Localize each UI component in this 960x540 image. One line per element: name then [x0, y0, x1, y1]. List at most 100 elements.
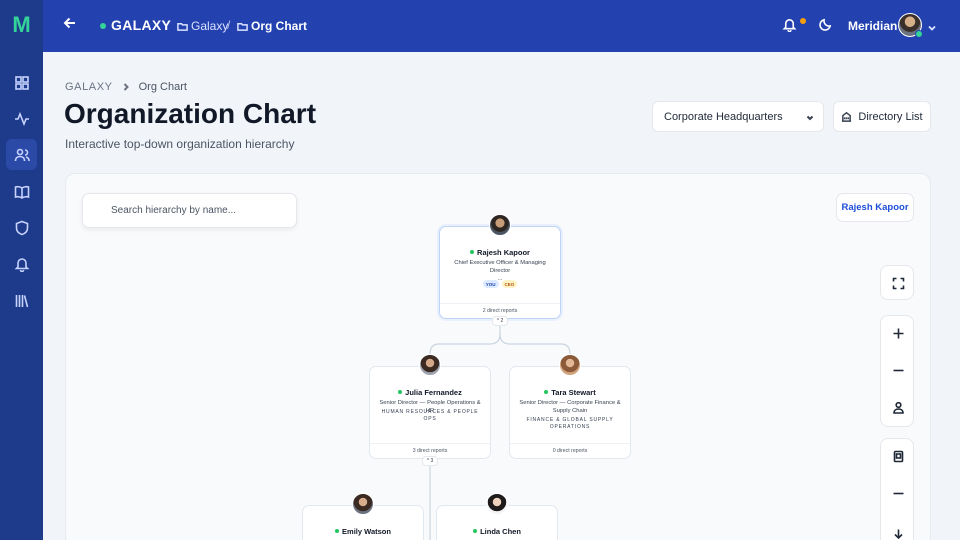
node-name-text: Emily Watson — [342, 527, 391, 536]
notifications-button[interactable] — [782, 17, 800, 35]
header-crumb-label: Galaxy — [191, 19, 229, 33]
you-badge: YOU — [482, 280, 499, 288]
fullscreen-group — [880, 265, 914, 300]
node-role-text: Chief Executive Officer & Managing Direc… — [454, 260, 546, 274]
rail-library[interactable] — [6, 285, 37, 316]
user-menu-toggle[interactable] — [927, 20, 937, 38]
header-crumb-separator: / — [227, 18, 231, 32]
rail-dashboard[interactable] — [6, 67, 37, 98]
arrow-left-icon — [63, 17, 75, 29]
brand-name[interactable]: GALAXY — [111, 17, 171, 33]
export-group — [880, 438, 914, 540]
org-node-julia-fernandez[interactable]: Julia Fernandez Senior Director — People… — [369, 354, 491, 459]
node-name: Linda Chen — [437, 527, 557, 536]
online-status-dot — [544, 390, 549, 394]
document-icon — [893, 450, 903, 462]
rail-activity[interactable] — [6, 103, 37, 134]
breadcrumb-root[interactable]: GALAXY — [65, 81, 113, 93]
location-select-value: Corporate Headquarters — [664, 111, 783, 123]
directory-list-label: Directory List — [858, 110, 923, 123]
node-role: Senior Director — Corporate Finance & Su… — [519, 400, 621, 414]
online-status-dot — [473, 529, 478, 533]
building-icon — [842, 111, 852, 122]
header-crumb-galaxy[interactable]: Galaxy — [177, 19, 228, 33]
header-crumb-org-chart[interactable]: Org Chart — [237, 19, 307, 33]
org-chart-canvas[interactable]: Rajesh Kapoor Rajesh Kapoor Chief Execut… — [65, 173, 931, 540]
brand-status-dot — [100, 23, 106, 29]
library-icon — [15, 294, 28, 307]
node-name: Julia Fernandez — [370, 388, 490, 397]
zoom-in-button[interactable] — [885, 320, 911, 346]
fullscreen-button[interactable] — [885, 270, 911, 296]
org-node-rajesh-kapoor[interactable]: Rajesh Kapoor Chief Executive Officer & … — [439, 214, 561, 319]
theme-toggle-button[interactable] — [818, 17, 836, 35]
directory-list-button[interactable]: Directory List — [833, 101, 931, 132]
node-badges: YOU CEO — [440, 280, 560, 288]
notification-dot — [800, 18, 806, 24]
shield-icon — [15, 220, 28, 235]
app-logo[interactable]: M — [0, 12, 43, 38]
rail-shield[interactable] — [6, 212, 37, 243]
avatar — [559, 354, 581, 376]
person-icon — [892, 401, 904, 414]
book-icon — [14, 185, 29, 199]
avatar — [486, 493, 508, 515]
rail-book[interactable] — [6, 176, 37, 207]
node-name: Tara Stewart — [510, 388, 630, 397]
zoom-out-button[interactable] — [885, 357, 911, 383]
activity-icon — [14, 111, 29, 126]
collapse-all-button[interactable] — [885, 480, 911, 506]
user-avatar[interactable] — [898, 13, 923, 38]
bell-icon — [14, 257, 29, 272]
expand-toggle[interactable]: ^ 2 — [492, 316, 508, 326]
download-button[interactable] — [885, 521, 911, 540]
node-department: HUMAN RESOURCES & PEOPLE OPS — [381, 409, 479, 422]
minus-icon — [893, 492, 903, 494]
left-rail: M — [0, 0, 43, 540]
direct-reports-count: 0 direct reports — [510, 443, 630, 458]
users-icon — [14, 148, 30, 161]
org-node-tara-stewart[interactable]: Tara Stewart Senior Director — Corporate… — [509, 354, 631, 459]
node-name: Rajesh Kapoor — [440, 248, 560, 257]
chevron-right-icon — [123, 83, 129, 91]
rail-users[interactable] — [6, 139, 37, 170]
node-department: FINANCE & GLOBAL SUPPLY OPERATIONS — [526, 417, 614, 430]
moon-icon — [819, 18, 832, 31]
online-status-dot — [470, 250, 475, 254]
rail-bell[interactable] — [6, 248, 37, 279]
node-name: Emily Watson — [303, 527, 423, 536]
header-crumb-label: Org Chart — [251, 19, 308, 33]
location-select[interactable]: Corporate Headquarters — [652, 101, 824, 132]
folder-icon — [177, 22, 188, 31]
folder-icon — [237, 22, 248, 31]
bell-icon — [782, 19, 797, 33]
plus-icon — [893, 328, 903, 338]
node-name-text: Linda Chen — [480, 527, 521, 536]
download-icon — [893, 529, 903, 539]
avatar — [352, 493, 374, 515]
avatar — [419, 354, 441, 376]
user-name[interactable]: Meridian — [848, 19, 897, 33]
minus-icon — [893, 369, 903, 371]
expand-toggle[interactable]: ^ 3 — [422, 456, 438, 466]
page-subtitle: Interactive top-down organization hierar… — [65, 137, 295, 151]
node-name-text: Tara Stewart — [551, 388, 596, 397]
fit-view-button[interactable] — [885, 443, 911, 469]
page-title: Organization Chart — [64, 98, 317, 129]
top-header: GALAXY Galaxy / Org Chart Meridian — [43, 0, 960, 52]
chevron-down-icon — [806, 115, 814, 121]
dashboard-icon — [14, 75, 29, 90]
expand-icon — [892, 277, 904, 289]
org-node-linda-chen[interactable]: Linda Chen — [436, 493, 558, 540]
breadcrumb: GALAXY Org Chart — [65, 81, 187, 93]
zoom-group — [880, 315, 914, 427]
breadcrumb-current: Org Chart — [138, 81, 187, 93]
org-node-emily-watson[interactable]: Emily Watson — [302, 493, 424, 540]
node-name-text: Rajesh Kapoor — [477, 248, 530, 257]
back-button[interactable] — [63, 16, 83, 36]
online-status-dot — [398, 390, 403, 394]
online-status-dot — [915, 30, 923, 38]
avatar — [489, 214, 511, 236]
online-status-dot — [335, 529, 340, 533]
center-on-me-button[interactable] — [885, 394, 911, 420]
